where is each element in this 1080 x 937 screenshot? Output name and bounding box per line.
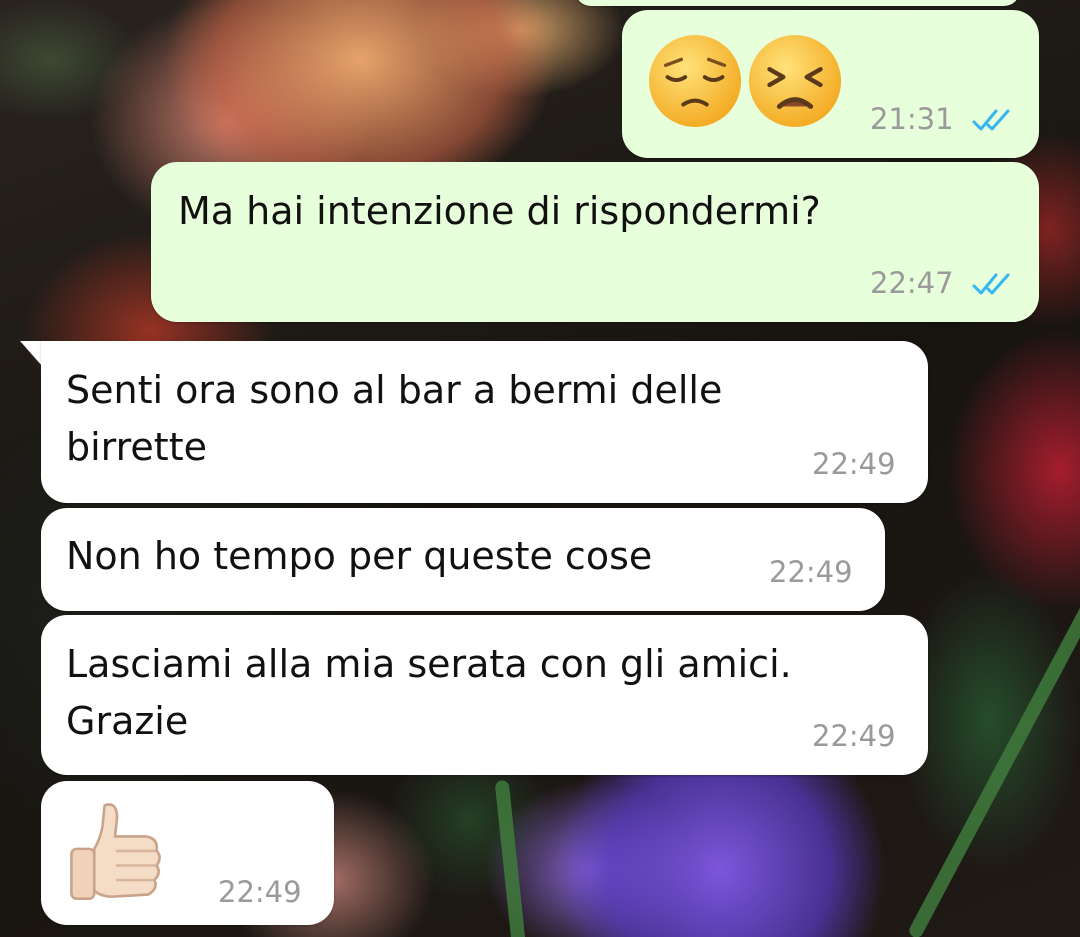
- wallpaper-stem: [906, 580, 1080, 937]
- message-time: 22:49: [812, 719, 896, 753]
- wallpaper-stem: [494, 779, 530, 937]
- message-bubble-outgoing[interactable]: Ma hai intenzione di rispondermi? 22:47: [151, 162, 1039, 322]
- message-time: 22:49: [218, 875, 302, 909]
- persevering-face-icon: [748, 34, 842, 128]
- message-bubble-incoming[interactable]: Lasciami alla mia serata con gli amici. …: [41, 615, 928, 775]
- message-text-line: Grazie: [66, 699, 189, 743]
- message-bubble-incoming[interactable]: 22:49: [41, 781, 334, 925]
- message-text: Ma hai intenzione di rispondermi?: [178, 189, 821, 233]
- pensive-face-icon: [648, 34, 742, 128]
- message-bubble-outgoing[interactable]: 21:31: [622, 10, 1039, 158]
- message-bubble-incoming[interactable]: Senti ora sono al bar a bermi delle birr…: [41, 341, 928, 503]
- message-text-line: Senti ora sono al bar a bermi delle: [66, 368, 723, 412]
- message-time: 22:49: [812, 447, 896, 481]
- message-text-line: birrette: [66, 425, 207, 469]
- previous-message-edge: [575, 0, 1020, 6]
- message-time: 22:49: [769, 555, 853, 589]
- message-time: 22:47: [870, 266, 954, 300]
- message-time: 21:31: [870, 102, 954, 136]
- message-bubble-incoming[interactable]: Non ho tempo per queste cose 22:49: [41, 508, 885, 611]
- read-receipt-icon: [972, 273, 1010, 295]
- message-text: Non ho tempo per queste cose: [66, 534, 653, 578]
- read-receipt-icon: [972, 109, 1010, 131]
- thumbs-up-icon: [70, 803, 161, 900]
- message-text-line: Lasciami alla mia serata con gli amici.: [66, 642, 792, 686]
